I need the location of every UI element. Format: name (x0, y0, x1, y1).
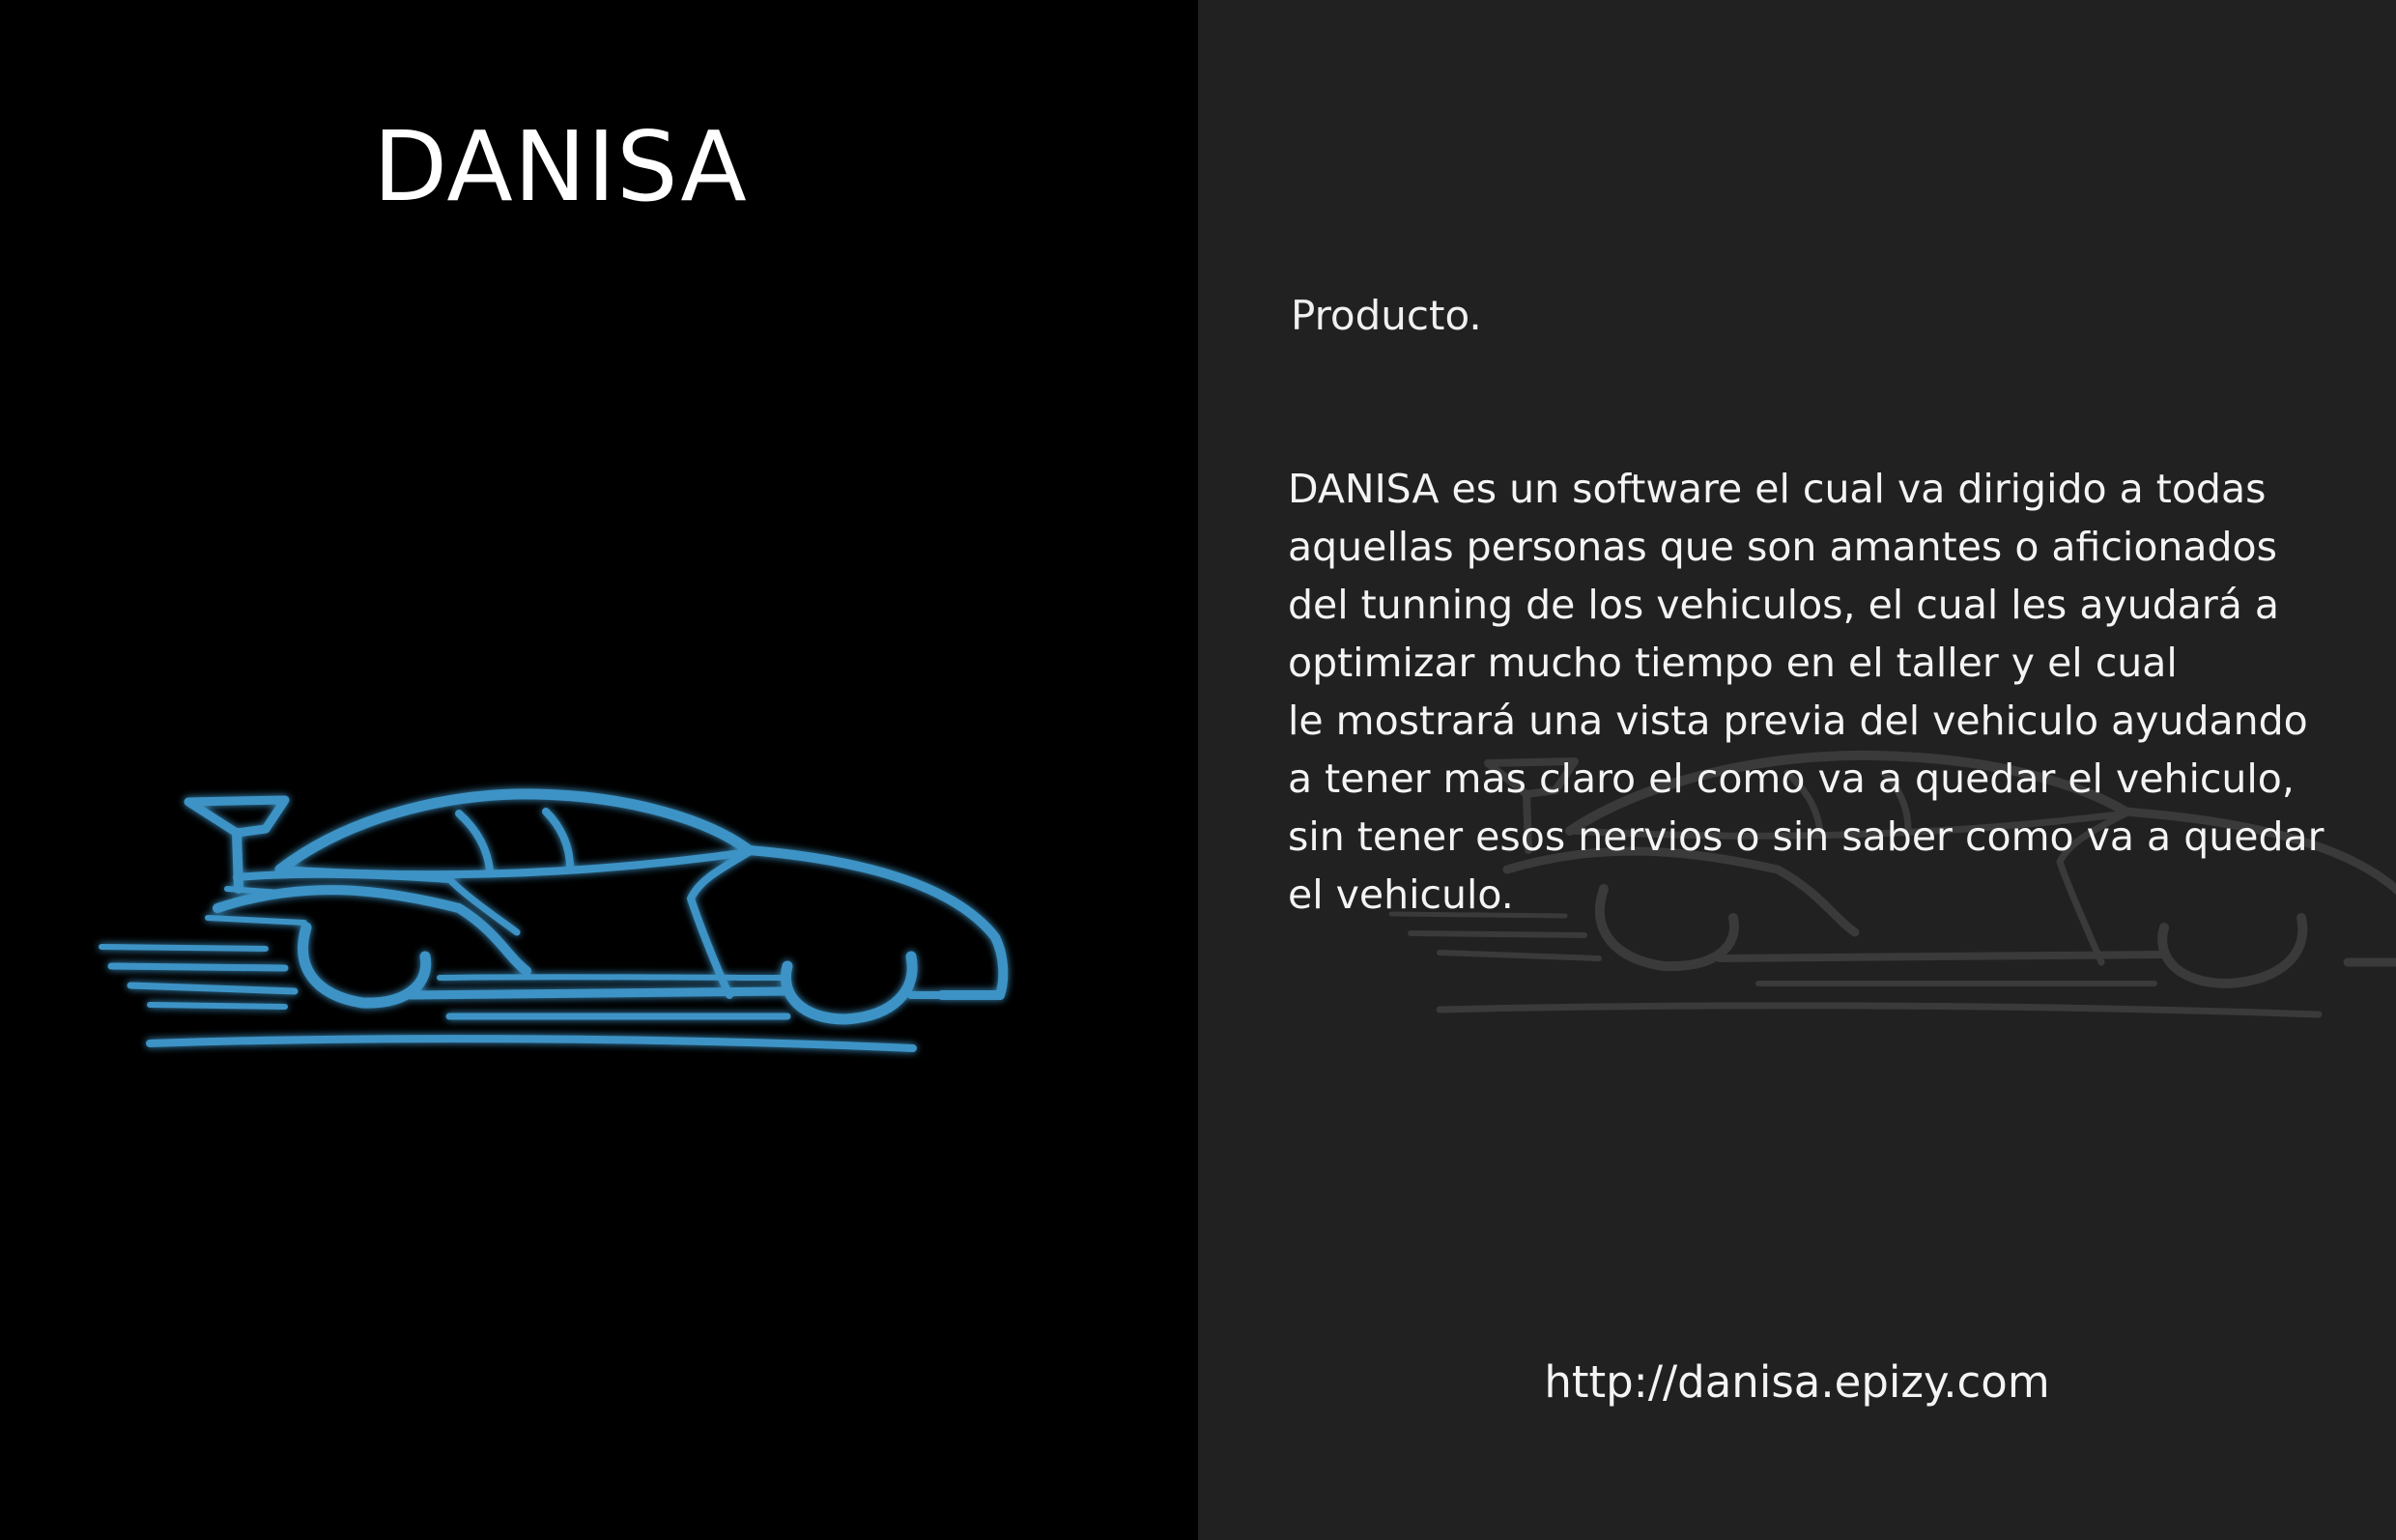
website-link[interactable]: http://danisa.epizy.com (1198, 1356, 2396, 1408)
product-page: DANISA Producto. DANISA es un software e… (0, 0, 2396, 1540)
product-description: DANISA es un software el cual va dirigid… (1288, 466, 2325, 918)
brand-panel: DANISA (0, 0, 1198, 1540)
product-info-panel: Producto. DANISA es un software el cual … (1198, 0, 2396, 1540)
brand-title: DANISA (373, 110, 748, 223)
section-label: Producto. (1291, 292, 1482, 339)
sports-car-outline-icon (99, 788, 1009, 1052)
